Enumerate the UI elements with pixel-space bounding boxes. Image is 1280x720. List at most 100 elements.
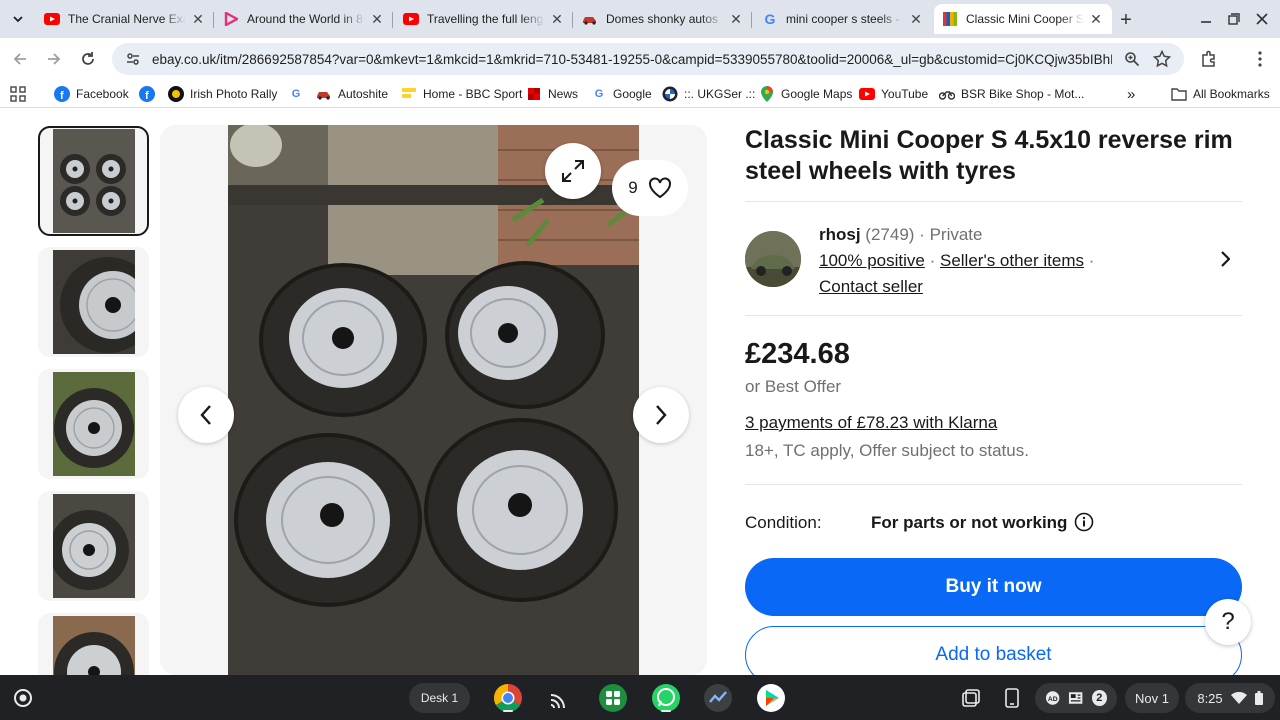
add-to-basket-button[interactable]: Add to basket (745, 626, 1242, 675)
bookmark-autoshite[interactable]: Autoshite (316, 84, 388, 104)
zoom-icon[interactable] (1123, 50, 1141, 68)
wheels-photo-thumbnail (52, 129, 135, 233)
google-icon: G (291, 88, 301, 100)
close-icon[interactable]: ✕ (190, 11, 206, 27)
tab-1[interactable]: Around the World in 8 ✕ (215, 4, 393, 34)
klarna-payments-link[interactable]: 3 payments of £78.23 with Klarna (745, 413, 997, 433)
chrome-app[interactable] (492, 682, 524, 714)
all-bookmarks-button[interactable]: All Bookmarks (1171, 84, 1270, 104)
extensions-icon[interactable] (1200, 50, 1218, 68)
watch-count: 9 (628, 178, 638, 197)
kebab-menu-icon[interactable] (1251, 50, 1269, 68)
help-button[interactable]: ? (1205, 599, 1251, 645)
close-icon[interactable]: ✕ (728, 11, 744, 27)
bookmark-bsr-bike-shop[interactable]: BSR Bike Shop - Mot... (939, 84, 1084, 104)
bookmark-irish-photo-rally[interactable]: Irish Photo Rally (168, 84, 277, 104)
contact-seller-link[interactable]: Contact seller (819, 277, 923, 296)
desk-switcher[interactable]: Desk 1 (409, 683, 470, 713)
main-image-viewer: 9 (160, 125, 707, 675)
launcher-icon (14, 689, 32, 707)
battery-icon (1254, 691, 1263, 705)
arrow-right-icon (48, 53, 61, 65)
expand-image-button[interactable] (545, 143, 601, 199)
tab-5-active[interactable]: Classic Mini Cooper S ✕ (934, 4, 1112, 34)
bookmark-google[interactable]: G (288, 84, 310, 104)
new-tab-button[interactable]: + (1114, 8, 1138, 32)
address-bar[interactable]: ebay.co.uk/itm/286692587854?var=0&mkevt=… (112, 43, 1184, 75)
seller-name[interactable]: rhosj (819, 225, 861, 244)
thumbnail-2[interactable] (38, 247, 149, 357)
youtube-icon (403, 11, 419, 27)
bookmark-news[interactable]: News (526, 84, 578, 104)
tab-2[interactable]: Travelling the full leng ✕ (395, 4, 573, 34)
close-icon[interactable]: ✕ (549, 11, 565, 27)
stocks-app[interactable] (702, 682, 734, 714)
positive-feedback-link[interactable]: 100% positive (819, 251, 925, 270)
forward-button[interactable] (42, 47, 66, 71)
buy-it-now-button[interactable]: Buy it now (745, 558, 1242, 616)
tab-4[interactable]: G mini cooper s steels - G ✕ (754, 4, 932, 34)
close-icon[interactable]: ✕ (908, 11, 924, 27)
info-icon[interactable] (1074, 512, 1094, 532)
cast-icon (550, 694, 565, 709)
bookmark-facebook[interactable]: f Facebook (54, 84, 129, 104)
sellers-other-items-link[interactable]: Seller's other items (940, 251, 1084, 270)
divider (745, 315, 1242, 316)
previous-image-button[interactable] (178, 387, 234, 443)
status-tray[interactable]: 8:25 (1185, 683, 1275, 713)
minimize-button[interactable] (1194, 7, 1218, 31)
apps-grid-icon[interactable] (10, 84, 26, 104)
bookmarks-overflow-button[interactable]: » (1127, 84, 1135, 104)
close-icon[interactable]: ✕ (1088, 11, 1104, 27)
svg-text:f: f (145, 90, 149, 102)
tab-0[interactable]: The Cranial Nerve Exa ✕ (36, 4, 214, 34)
tab-title: Classic Mini Cooper S (966, 12, 1084, 26)
screen-capture-button[interactable] (955, 682, 987, 714)
bookmark-star-icon[interactable] (1153, 50, 1171, 68)
tab-3[interactable]: Domes shonky autos ✕ (574, 4, 752, 34)
watch-button[interactable]: 9 (612, 160, 688, 216)
expand-icon (562, 160, 584, 182)
site-settings-icon[interactable] (124, 50, 142, 68)
thumbnail-5[interactable] (38, 613, 149, 675)
facebook-icon: f (54, 86, 70, 102)
arrow-left-icon (13, 53, 26, 65)
bookmark-google-2[interactable]: G Google (591, 84, 652, 104)
notifications-tray[interactable]: AD 2 (1035, 683, 1117, 713)
cast-app[interactable] (544, 682, 576, 714)
price: £234.68 (745, 338, 850, 370)
files-app[interactable] (597, 682, 629, 714)
bookmark-google-maps[interactable]: Google Maps (759, 84, 852, 104)
date-tray[interactable]: Nov 1 (1125, 683, 1179, 713)
launcher-button[interactable] (10, 685, 36, 711)
tab-search-button[interactable] (6, 7, 30, 31)
video-play-icon (223, 11, 239, 27)
restore-button[interactable] (1222, 7, 1246, 31)
photo-rally-icon (168, 86, 184, 102)
thumbnail-4[interactable] (38, 491, 149, 601)
reload-button[interactable] (76, 47, 100, 71)
bookmark-youtube[interactable]: YouTube (859, 84, 928, 104)
next-image-button[interactable] (633, 387, 689, 443)
chevron-down-icon (13, 16, 23, 23)
vpn-icon: AD (1045, 691, 1060, 705)
bookmark-facebook-2[interactable]: f (139, 84, 161, 104)
close-icon[interactable]: ✕ (369, 11, 385, 27)
close-window-button[interactable] (1250, 7, 1274, 31)
double-chevron-right-icon: » (1127, 85, 1136, 103)
thumbnail-1[interactable] (38, 126, 149, 236)
seller-details-button[interactable] (1213, 247, 1237, 271)
bookmark-ukgser[interactable]: ::. UKGSer .:: (662, 84, 755, 104)
back-button[interactable] (8, 47, 32, 71)
play-store-app[interactable] (755, 682, 787, 714)
bookmark-bbc-sport[interactable]: Home - BBC Sport (401, 84, 522, 104)
car-icon (582, 11, 598, 27)
phone-hub-button[interactable] (996, 682, 1028, 714)
whatsapp-app[interactable] (650, 682, 682, 714)
chevron-right-icon (656, 405, 667, 425)
seller-avatar[interactable] (745, 231, 801, 287)
thumbnail-3[interactable] (38, 369, 149, 479)
folder-icon (1171, 86, 1187, 102)
wifi-icon (1230, 692, 1247, 704)
svg-text:f: f (60, 90, 64, 102)
